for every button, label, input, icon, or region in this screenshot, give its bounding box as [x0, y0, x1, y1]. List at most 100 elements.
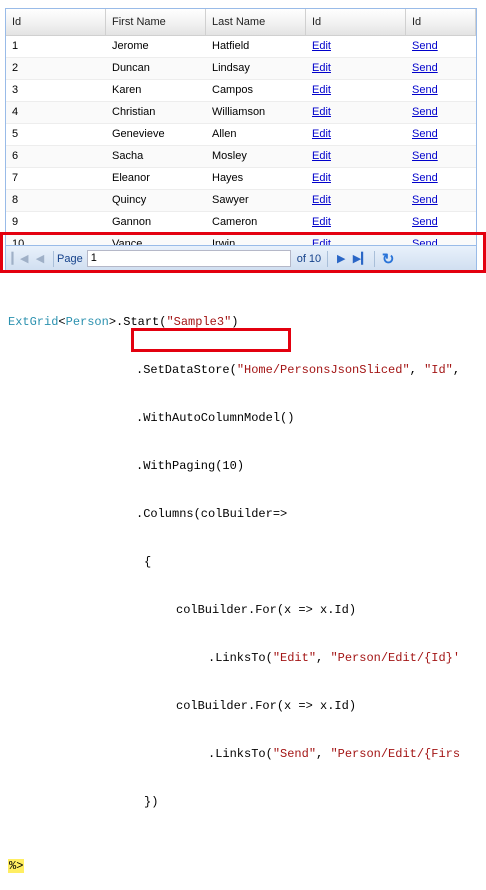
last-page-icon[interactable]: ▶▎	[351, 252, 371, 265]
toolbar-separator	[53, 250, 54, 267]
prev-page-icon[interactable]: ◀	[30, 252, 50, 265]
cell-last-name: Lindsay	[212, 62, 250, 74]
cell-last-name: Hayes	[212, 172, 244, 184]
col-header-last-name[interactable]: Last Name	[206, 9, 306, 35]
page-count-label: of 10	[296, 252, 322, 265]
paging-toolbar: ▎◀ ◀ Page 1 of 10 ▶ ▶▎ ↻	[6, 245, 476, 271]
table-row[interactable]: 3 Karen Campos Edit Send	[6, 80, 476, 102]
grid-header: Id First Name Last Name Id Id	[6, 9, 476, 36]
table-row[interactable]: 4 Christian Williamson Edit Send	[6, 102, 476, 124]
send-link[interactable]: Send	[412, 150, 438, 162]
code-token: colBuilder.For(x => x.Id)	[176, 603, 357, 617]
edit-link[interactable]: Edit	[312, 216, 331, 228]
cell-id: 7	[12, 172, 19, 184]
cell-first-name: Karen	[112, 84, 142, 96]
table-row[interactable]: 1 Jerome Hatfield Edit Send	[6, 36, 476, 58]
code-line: })	[0, 794, 486, 810]
edit-link[interactable]: Edit	[312, 40, 331, 52]
cell-id: 6	[12, 150, 19, 162]
col-header-send-id[interactable]: Id	[406, 9, 476, 35]
code-line: .SetDataStore("Home/PersonsJsonSliced", …	[0, 362, 486, 378]
refresh-icon[interactable]: ↻	[378, 250, 398, 268]
code-string: "Id"	[424, 363, 453, 377]
code-token: .Columns(colBuilder=>	[136, 507, 288, 521]
send-link[interactable]: Send	[412, 84, 438, 96]
cell-last-name: Hatfield	[212, 40, 250, 52]
table-row[interactable]: 2 Duncan Lindsay Edit Send	[6, 58, 476, 80]
table-row[interactable]: 5 Genevieve Allen Edit Send	[6, 124, 476, 146]
code-snippet: ExtGrid<Person>.Start("Sample3") .SetDat…	[0, 282, 486, 890]
code-class-name: Person	[65, 315, 109, 329]
code-string: "Person/Edit/{Id}'	[330, 651, 461, 665]
col-header-first-name[interactable]: First Name	[106, 9, 206, 35]
edit-link[interactable]: Edit	[312, 172, 331, 184]
cell-last-name: Campos	[212, 84, 253, 96]
send-link[interactable]: Send	[412, 172, 438, 184]
code-line: .LinksTo("Edit", "Person/Edit/{Id}'	[0, 650, 486, 666]
code-token: .WithAutoColumnModel()	[136, 411, 295, 425]
code-token: ,	[316, 651, 331, 665]
cell-id: 5	[12, 128, 19, 140]
send-link[interactable]: Send	[412, 216, 438, 228]
edit-link[interactable]: Edit	[312, 194, 331, 206]
table-row[interactable]: 6 Sacha Mosley Edit Send	[6, 146, 476, 168]
code-string: "Person/Edit/{Firs	[330, 747, 461, 761]
edit-link[interactable]: Edit	[312, 84, 331, 96]
code-line: .WithAutoColumnModel()	[0, 410, 486, 426]
first-page-icon[interactable]: ▎◀	[10, 252, 30, 265]
cell-last-name: Cameron	[212, 216, 258, 228]
next-page-icon[interactable]: ▶	[331, 252, 351, 265]
code-line: ExtGrid<Person>.Start("Sample3")	[0, 314, 486, 330]
code-token: .LinksTo(	[208, 747, 273, 761]
edit-link[interactable]: Edit	[312, 150, 331, 162]
send-link[interactable]: Send	[412, 62, 438, 74]
send-link[interactable]: Send	[412, 194, 438, 206]
table-row[interactable]: 8 Quincy Sawyer Edit Send	[6, 190, 476, 212]
page-label: Page	[57, 252, 83, 265]
edit-link[interactable]: Edit	[312, 128, 331, 140]
code-string: "Send"	[272, 747, 317, 761]
send-link[interactable]: Send	[412, 40, 438, 52]
server-tag-close: %>	[8, 859, 25, 873]
code-token: ,	[452, 363, 461, 377]
cell-id: 1	[12, 40, 19, 52]
code-token: .LinksTo(	[208, 651, 273, 665]
table-row[interactable]: 7 Eleanor Hayes Edit Send	[6, 168, 476, 190]
code-line: colBuilder.For(x => x.Id)	[0, 602, 486, 618]
code-class-name: ExtGrid	[8, 315, 59, 329]
ext-grid: Id First Name Last Name Id Id 1 Jerome H…	[5, 8, 477, 272]
cell-id: 9	[12, 216, 19, 228]
edit-link[interactable]: Edit	[312, 106, 331, 118]
code-token: .SetDataStore(	[136, 363, 237, 377]
table-row[interactable]: 9 Gannon Cameron Edit Send	[6, 212, 476, 234]
code-token: colBuilder.For(x => x.Id)	[176, 699, 357, 713]
send-link[interactable]: Send	[412, 106, 438, 118]
cell-last-name: Allen	[212, 128, 237, 140]
toolbar-separator	[327, 250, 329, 267]
code-string: "Home/PersonsJsonSliced"	[236, 363, 410, 377]
edit-link[interactable]: Edit	[312, 62, 331, 74]
cell-last-name: Sawyer	[212, 194, 249, 206]
code-line: .LinksTo("Send", "Person/Edit/{Firs	[0, 746, 486, 762]
code-string: "Edit"	[272, 651, 317, 665]
grid-body[interactable]: 1 Jerome Hatfield Edit Send 2 Duncan Lin…	[6, 36, 476, 246]
col-header-id[interactable]: Id	[6, 9, 106, 35]
with-paging-call: .WithPaging(10)	[136, 459, 245, 473]
code-token: {	[144, 555, 152, 569]
cell-last-name: Williamson	[212, 106, 266, 118]
col-header-edit-id[interactable]: Id	[306, 9, 406, 35]
code-token: ,	[409, 363, 425, 377]
code-line: .WithPaging(10)	[0, 458, 486, 474]
code-line: {	[0, 554, 486, 570]
cell-first-name: Sacha	[112, 150, 144, 162]
cell-id: 8	[12, 194, 19, 206]
cell-first-name: Jerome	[112, 40, 149, 52]
code-token: })	[144, 795, 159, 809]
send-link[interactable]: Send	[412, 128, 438, 140]
page-number-input[interactable]: 1	[86, 250, 291, 267]
cell-first-name: Christian	[112, 106, 156, 118]
toolbar-separator	[374, 250, 376, 267]
cell-first-name: Quincy	[112, 194, 147, 206]
code-string: "Sample3"	[166, 315, 232, 329]
cell-last-name: Mosley	[212, 150, 247, 162]
